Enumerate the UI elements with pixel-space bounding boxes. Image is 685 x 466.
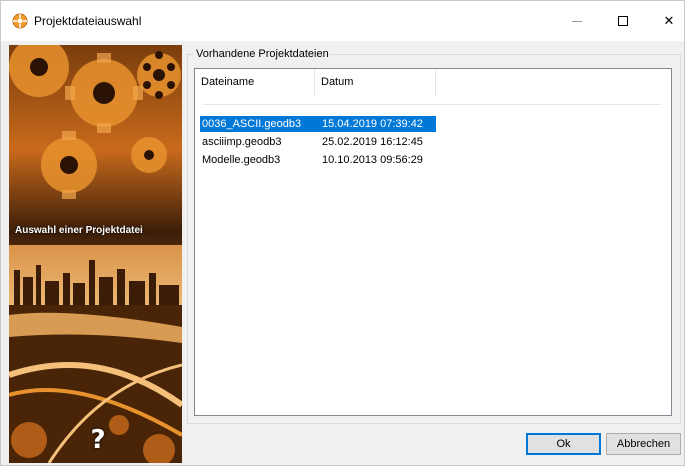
list-item-filename: 0036_ASCII.geodb3	[200, 116, 320, 132]
list-item-date: 10.10.2013 09:56:29	[322, 154, 423, 166]
minimize-icon	[572, 20, 582, 22]
close-icon: ✕	[663, 13, 675, 28]
column-header-date[interactable]: Datum	[315, 69, 436, 95]
wizard-banner: Auswahl einer Projektdatei ?	[9, 45, 182, 463]
window-title: Projektdateiauswahl	[34, 14, 142, 28]
list-item-date: 25.02.2019 16:12:45	[322, 136, 423, 148]
app-icon	[12, 13, 28, 29]
maximize-button[interactable]	[600, 1, 646, 41]
maximize-icon	[618, 16, 628, 26]
close-button[interactable]: ✕	[646, 1, 685, 41]
list-item-filename: asciiimp.geodb3	[202, 136, 282, 148]
minimize-button[interactable]	[554, 1, 600, 41]
help-icon[interactable]: ?	[86, 425, 110, 455]
banner-image	[9, 45, 182, 463]
banner-label: Auswahl einer Projektdatei	[15, 225, 143, 236]
dialog-window: Projektdateiauswahl ✕ Auswahl einer Proj…	[0, 0, 685, 466]
ok-button[interactable]: Ok	[526, 433, 601, 455]
group-title: Vorhandene Projektdateien	[194, 48, 331, 60]
cancel-button[interactable]: Abbrechen	[606, 433, 681, 455]
list-item-filename: Modelle.geodb3	[202, 154, 281, 166]
title-bar[interactable]: Projektdateiauswahl ✕	[1, 1, 684, 41]
column-header-filename[interactable]: Dateiname	[195, 69, 315, 95]
project-file-list[interactable]: Dateiname Datum 0036_ASCII.geodb3 15.04.…	[194, 68, 672, 416]
header-divider	[203, 104, 661, 105]
list-item-date: 15.04.2019 07:39:42	[320, 116, 436, 132]
